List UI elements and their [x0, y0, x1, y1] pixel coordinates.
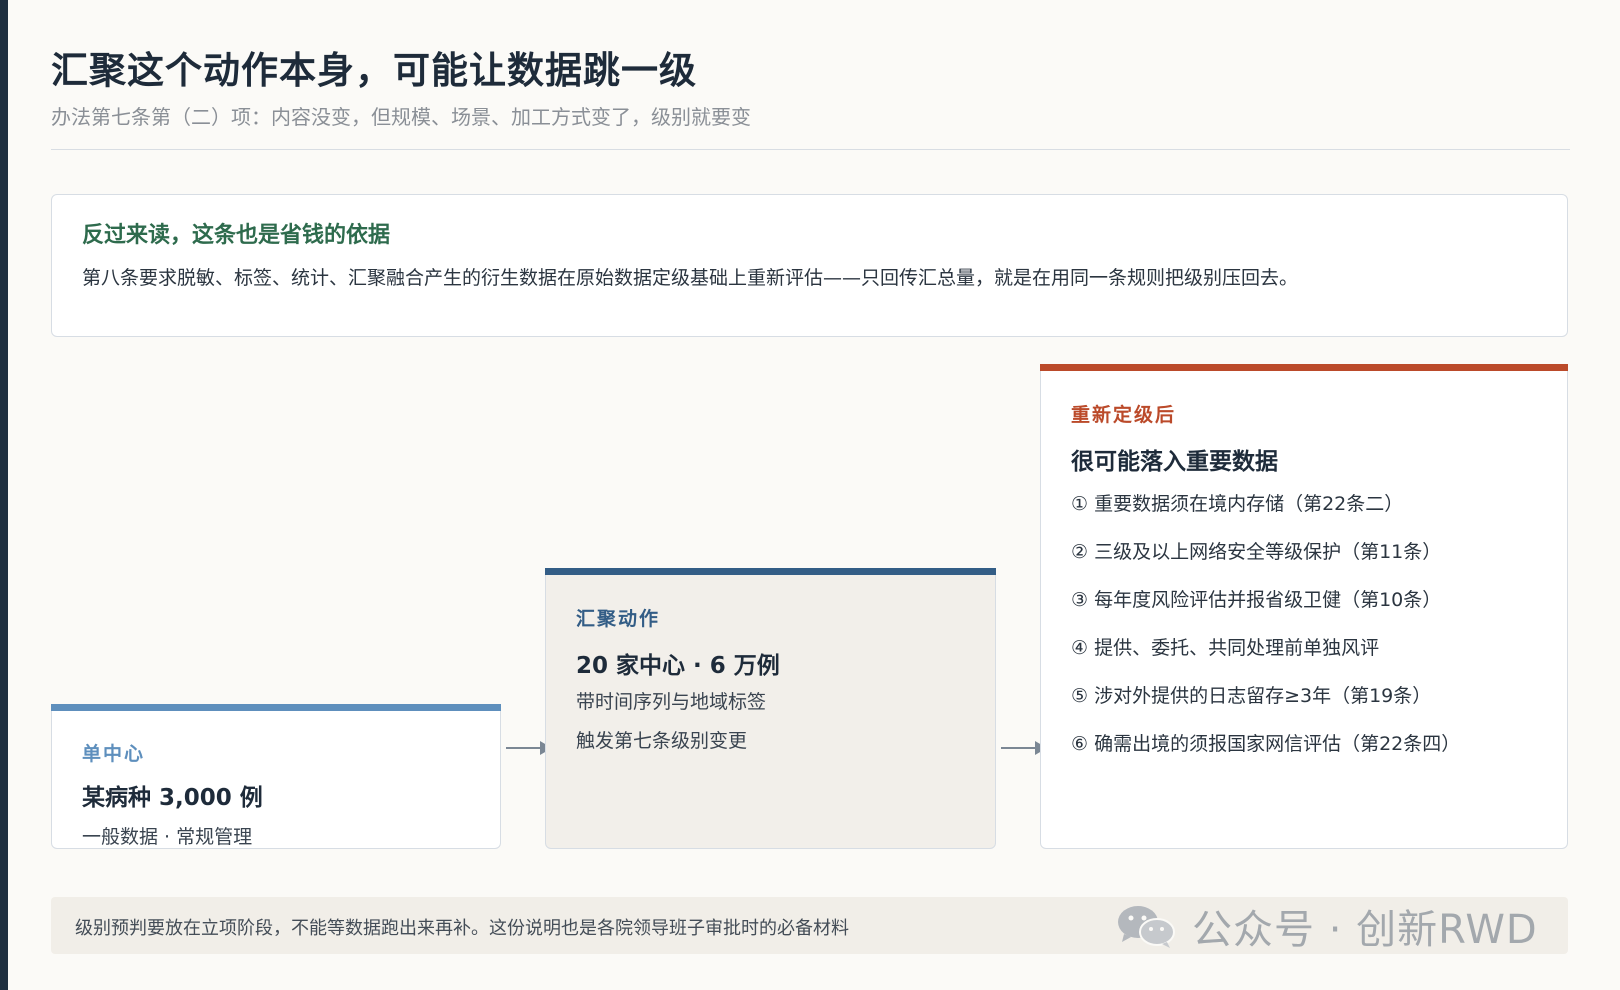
callout-title: 反过来读，这条也是省钱的依据	[82, 223, 391, 248]
wechat-icon	[1118, 905, 1175, 948]
card-headline: 20 家中心 · 6 万例	[576, 653, 780, 679]
watermark: 公众号 · 创新RWD	[1114, 897, 1538, 954]
requirement-item: ③ 每年度风险评估并报省级卫健（第10条）	[1071, 589, 1442, 611]
callout-note: 反过来读，这条也是省钱的依据 第八条要求脱敏、标签、统计、汇聚融合产生的衍生数据…	[51, 194, 1568, 337]
card-headline: 某病种 3,000 例	[82, 785, 263, 811]
callout-body: 第八条要求脱敏、标签、统计、汇聚融合产生的衍生数据在原始数据定级基础上重新评估—…	[82, 267, 1299, 289]
card-accent-bar	[1040, 364, 1568, 371]
card-kicker: 重新定级后	[1071, 404, 1177, 426]
requirement-item: ④ 提供、委托、共同处理前单独风评	[1071, 637, 1380, 659]
card-accent-bar	[545, 568, 996, 575]
page-subtitle: 办法第七条第（二）项：内容没变，但规模、场景、加工方式变了，级别就要变	[51, 105, 751, 129]
single-center-card: 单中心 某病种 3,000 例 一般数据 · 常规管理	[51, 704, 501, 849]
requirement-item: ② 三级及以上网络安全等级保护（第11条）	[1071, 541, 1442, 563]
footer-text: 级别预判要放在立项阶段，不能等数据跑出来再补。这份说明也是各院领导班子审批时的必…	[75, 918, 849, 939]
page-title: 汇聚这个动作本身，可能让数据跳一级	[51, 49, 697, 92]
watermark-text: 公众号 · 创新RWD	[1192, 906, 1538, 953]
card-kicker: 单中心	[82, 743, 146, 765]
card-headline: 很可能落入重要数据	[1071, 449, 1278, 475]
card-accent-bar	[51, 704, 501, 711]
regraded-card: 重新定级后 很可能落入重要数据 ① 重要数据须在境内存储（第22条二） ② 三级…	[1040, 364, 1568, 849]
card-line: 带时间序列与地域标签	[576, 691, 767, 713]
card-kicker: 汇聚动作	[576, 608, 661, 630]
requirement-item: ⑥ 确需出境的须报国家网信评估（第22条四）	[1071, 733, 1461, 755]
requirement-item: ⑤ 涉对外提供的日志留存≥3年（第19条）	[1071, 685, 1432, 707]
left-accent-bar	[0, 0, 8, 990]
aggregation-card: 汇聚动作 20 家中心 · 6 万例 带时间序列与地域标签 触发第七条级别变更	[545, 568, 996, 849]
header-divider	[51, 149, 1570, 150]
card-line: 一般数据 · 常规管理	[82, 826, 253, 848]
requirement-item: ① 重要数据须在境内存储（第22条二）	[1071, 493, 1404, 515]
card-line: 触发第七条级别变更	[576, 730, 748, 752]
